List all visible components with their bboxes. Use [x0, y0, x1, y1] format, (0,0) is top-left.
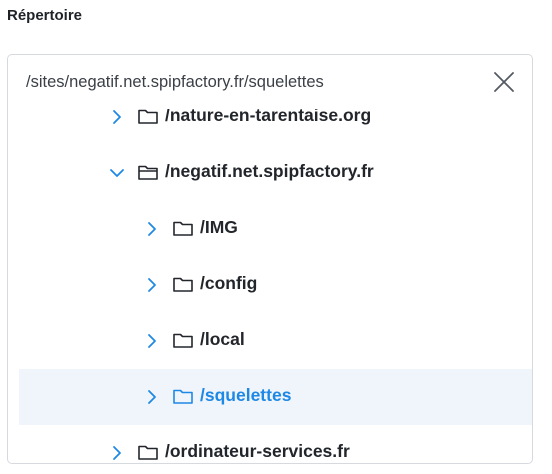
directory-field-label: Répertoire — [7, 7, 83, 24]
chevron-right-icon[interactable] — [142, 331, 162, 351]
tree-item[interactable]: /IMG — [19, 201, 532, 257]
folder-icon — [173, 333, 193, 348]
chevron-right-icon[interactable] — [107, 443, 127, 463]
tree-item-label: /IMG — [200, 217, 238, 237]
tree-item-selected[interactable]: /squelettes — [19, 369, 532, 425]
chevron-right-icon[interactable] — [142, 275, 162, 295]
chevron-right-icon[interactable] — [107, 109, 127, 127]
folder-icon — [138, 445, 158, 460]
tree-item-label: /squelettes — [200, 385, 292, 405]
close-icon — [494, 72, 514, 92]
folder-icon — [138, 109, 158, 124]
chevron-right-icon[interactable] — [142, 387, 162, 407]
tree-item[interactable]: /local — [19, 313, 532, 369]
tree-item[interactable]: /negatif.net.spipfactory.fr — [19, 145, 532, 201]
tree-item-label: /negatif.net.spipfactory.fr — [165, 161, 374, 181]
tree-item[interactable]: /ordinateur-services.fr — [19, 425, 532, 463]
tree-item[interactable]: /config — [19, 257, 532, 313]
tree-item-label: /ordinateur-services.fr — [165, 441, 350, 461]
folder-icon — [173, 277, 193, 292]
chevron-down-icon[interactable] — [107, 163, 127, 183]
tree-item-label: /local — [200, 329, 245, 349]
chevron-right-icon[interactable] — [142, 219, 162, 239]
directory-picker: /nature-en-tarentaise.org /negatif.net.s… — [7, 54, 533, 464]
folder-open-icon — [138, 165, 158, 180]
directory-tree: /nature-en-tarentaise.org /negatif.net.s… — [8, 109, 532, 463]
tree-item-label: /nature-en-tarentaise.org — [165, 109, 372, 125]
folder-icon — [173, 389, 193, 404]
clear-button[interactable] — [490, 68, 518, 96]
tree-item-label: /config — [200, 273, 258, 293]
folder-icon — [173, 221, 193, 236]
directory-path-input[interactable] — [8, 55, 532, 109]
tree-item[interactable]: /nature-en-tarentaise.org — [19, 109, 532, 145]
